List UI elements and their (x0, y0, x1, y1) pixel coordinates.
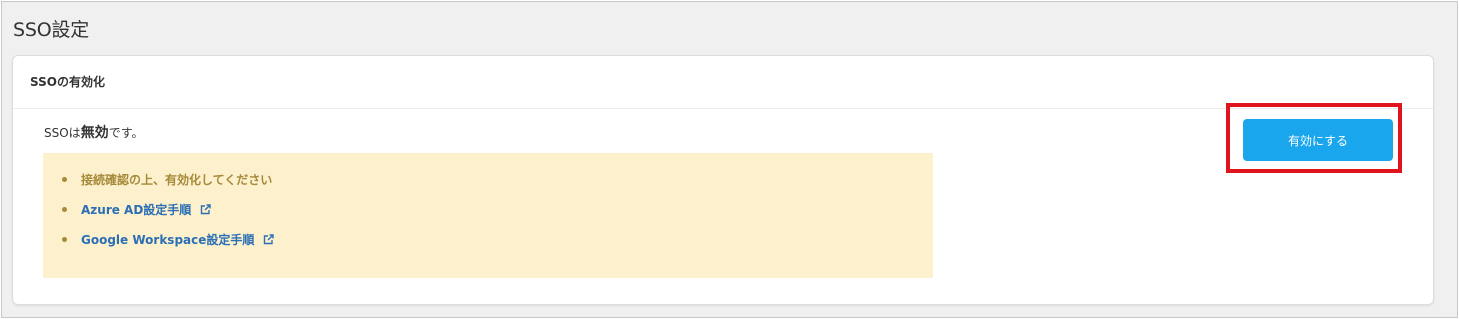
notice-message-text: 接続確認の上、有効化してください (81, 173, 273, 187)
card-title: SSOの有効化 (30, 75, 105, 89)
bullet-icon (62, 237, 67, 242)
bullet-icon (62, 177, 67, 182)
external-link-icon (200, 204, 211, 218)
notice-message: 接続確認の上、有効化してください (62, 171, 274, 201)
notice-list: 接続確認の上、有効化してください Azure AD設定手順 Google Wor… (62, 171, 274, 261)
enable-sso-button[interactable]: 有効にする (1243, 119, 1393, 161)
sso-status-text: SSOは無効です。 (44, 122, 144, 142)
azure-ad-guide-link[interactable]: Azure AD設定手順 (62, 201, 274, 231)
external-link-icon (263, 234, 274, 248)
notice-box: 接続確認の上、有効化してください Azure AD設定手順 Google Wor… (43, 153, 933, 278)
status-value: 無効 (80, 125, 109, 141)
status-suffix: です。 (108, 126, 144, 140)
status-prefix: SSOは (44, 126, 81, 140)
azure-ad-guide-label: Azure AD設定手順 (81, 203, 192, 217)
google-workspace-guide-label: Google Workspace設定手順 (81, 233, 255, 247)
sso-enable-card: SSOの有効化 SSOは無効です。 接続確認の上、有効化してください Azure… (12, 55, 1434, 305)
bullet-icon (62, 207, 67, 212)
google-workspace-guide-link[interactable]: Google Workspace設定手順 (62, 231, 274, 261)
page-title: SSO設定 (13, 19, 90, 41)
card-header: SSOの有効化 (13, 56, 1433, 109)
